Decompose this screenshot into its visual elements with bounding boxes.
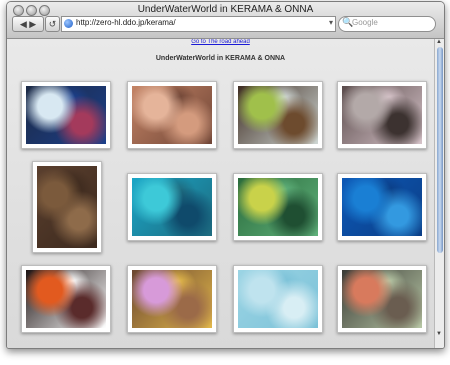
url-dropdown-icon[interactable]: ▾ [329,18,333,27]
photo-thumbnail-anemonefish[interactable] [337,265,427,333]
photo-image [26,270,106,328]
photo-thumbnail-dottyback[interactable] [127,265,217,333]
photo-thumbnail-coral-cave[interactable] [127,81,217,149]
address-bar[interactable]: http://zero-hl.ddo.jp/kerama/ ▾ [61,16,336,32]
photo-thumbnail-mantis-shrimp[interactable] [233,81,323,149]
reload-button[interactable]: ↺ [45,16,60,32]
photo-thumbnail-angelfish[interactable] [21,81,111,149]
back-forward-button[interactable]: ◀ ▶ [12,16,44,32]
search-field[interactable]: 🔍 Google [338,16,436,32]
photo-image [132,86,212,144]
photo-image [132,178,212,236]
photo-image [342,178,422,236]
photo-image [37,166,97,248]
photo-thumbnail-frogfish[interactable] [32,161,102,253]
address-url: http://zero-hl.ddo.jp/kerama/ [76,18,176,27]
page-content: Go to The road ahead UnderWaterWorld in … [7,39,434,348]
window-title: UnderWaterWorld in KERAMA & ONNA [137,4,314,15]
photo-thumbnail-yellow-snappers[interactable] [233,173,323,241]
photo-thumbnail-reef-crinoid[interactable] [337,81,427,149]
scroll-up-icon[interactable]: ▲ [436,39,442,45]
search-placeholder: Google [352,18,378,27]
photo-thumbnail-clownfish[interactable] [21,265,111,333]
browser-window: UnderWaterWorld in KERAMA & ONNA ◀ ▶ ↺ h… [6,1,445,349]
photo-thumbnail-reef-school-teal[interactable] [127,173,217,241]
page-heading: UnderWaterWorld in KERAMA & ONNA [155,55,286,62]
photo-image [238,178,318,236]
photo-image [342,270,422,328]
globe-icon [64,19,73,28]
vertical-scrollbar[interactable]: ▲ ▼ [434,39,444,348]
scroll-down-icon[interactable]: ▼ [436,331,442,337]
photo-thumbnail-blue-school[interactable] [337,173,427,241]
photo-image [26,86,106,144]
road-ahead-link[interactable]: Go to The road ahead [7,39,434,45]
photo-image [238,270,318,328]
photo-image [342,86,422,144]
photo-image [238,86,318,144]
photo-image [132,270,212,328]
photo-thumbnail-sand-bottom[interactable] [233,265,323,333]
title-bar: UnderWaterWorld in KERAMA & ONNA ◀ ▶ ↺ h… [7,2,444,39]
scroll-thumb[interactable] [437,47,443,253]
